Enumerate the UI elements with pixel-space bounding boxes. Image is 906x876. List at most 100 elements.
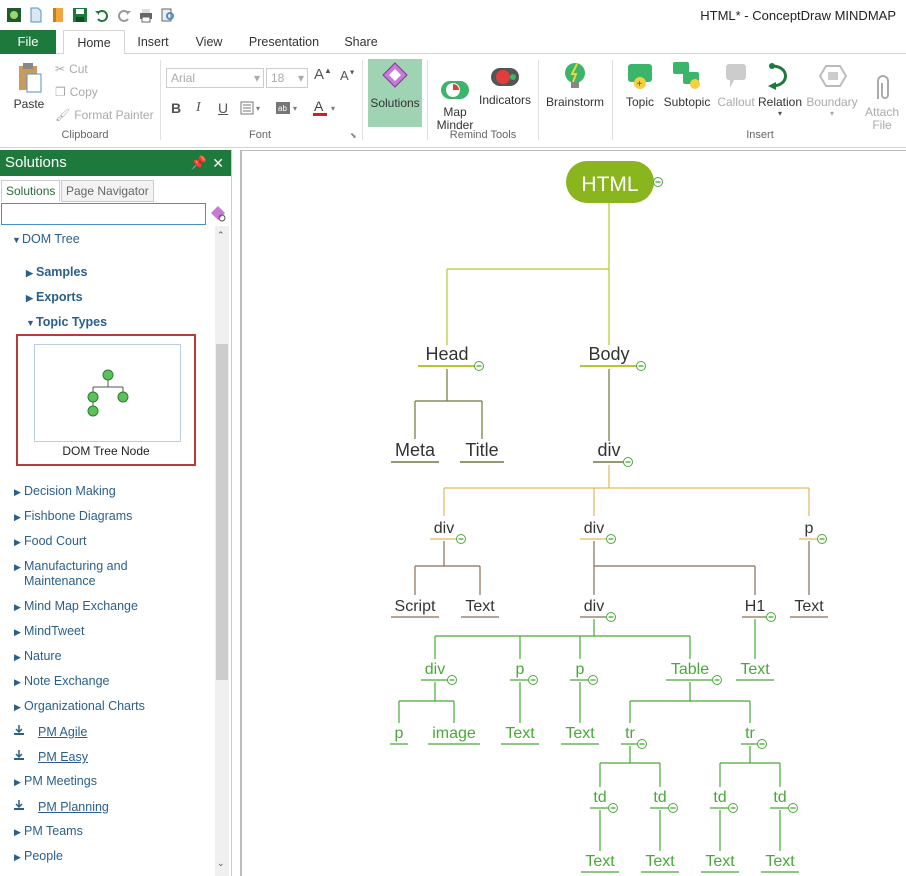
tab-insert[interactable]: Insert (130, 30, 176, 55)
scroll-up-icon[interactable]: ⌃ (217, 230, 225, 241)
topic-body[interactable]: Body (588, 344, 629, 364)
font-color-icon[interactable]: A ▾ (313, 98, 341, 117)
topic-p_c[interactable]: p (576, 661, 585, 678)
text-style-icon[interactable]: ab ▾ (275, 101, 301, 115)
topic-text_d[interactable]: Text (505, 725, 535, 742)
solution-item-food-court[interactable]: ▶ Food Court (14, 534, 87, 548)
boundary-button[interactable]: Boundary ▾ (804, 60, 860, 118)
dom-tree-node-card[interactable]: DOM Tree Node (16, 334, 196, 466)
tree-item-topic-types[interactable]: ▼Topic Types (26, 315, 107, 329)
collapse-icon[interactable] (757, 739, 767, 749)
collapse-icon[interactable] (474, 361, 484, 371)
topic-text_i[interactable]: Text (765, 853, 795, 870)
redo-icon[interactable] (116, 7, 132, 23)
tree-item-dom-tree[interactable]: ▼DOM Tree (12, 232, 80, 246)
collapse-icon[interactable] (668, 803, 678, 813)
topic-p_b[interactable]: p (516, 661, 525, 678)
tab-solutions[interactable]: Solutions (1, 180, 61, 202)
topic-text_h[interactable]: Text (705, 853, 735, 870)
topic-div_d[interactable]: div (425, 661, 445, 678)
solution-item-mind-map-exchange[interactable]: ▶ Mind Map Exchange (14, 599, 138, 613)
new-document-icon[interactable] (28, 7, 44, 23)
solution-item-pm-meetings[interactable]: ▶ PM Meetings (14, 774, 97, 788)
topic-div_a[interactable]: div (434, 520, 454, 537)
save-icon[interactable] (72, 7, 88, 23)
solution-item-pm-planning[interactable]: PM Planning (14, 799, 109, 814)
solution-item-decision-making[interactable]: ▶ Decision Making (14, 484, 116, 498)
topic-text_c[interactable]: Text (740, 661, 770, 678)
collapse-icon[interactable] (788, 803, 798, 813)
topic-div_main[interactable]: div (597, 440, 620, 460)
scroll-down-icon[interactable]: ⌄ (217, 858, 225, 869)
topic-div_b[interactable]: div (584, 520, 604, 537)
font-size-select[interactable]: 18 ▾ (266, 68, 308, 88)
undo-icon[interactable] (94, 7, 110, 23)
collapse-icon[interactable] (588, 675, 598, 685)
open-icon[interactable] (50, 7, 66, 23)
collapse-icon[interactable] (606, 612, 616, 622)
collapse-icon[interactable] (637, 739, 647, 749)
copy-button[interactable]: ❐ Copy (55, 85, 98, 99)
collapse-icon[interactable] (447, 675, 457, 685)
tab-presentation[interactable]: Presentation (243, 30, 325, 55)
solution-item-pm-agile[interactable]: PM Agile (14, 724, 87, 739)
underline-button[interactable]: U (218, 100, 228, 116)
solution-item-pm-easy[interactable]: PM Easy (14, 749, 88, 764)
relation-button[interactable]: Relation ▾ (756, 60, 804, 118)
topic-tr_b[interactable]: tr (745, 725, 755, 742)
tree-item-samples[interactable]: ▶ Samples (26, 265, 87, 279)
tab-home[interactable]: Home (63, 30, 125, 55)
pin-icon[interactable]: 📌 (191, 150, 207, 176)
collapse-icon[interactable] (456, 534, 466, 544)
solution-item-people[interactable]: ▶ People (14, 849, 63, 863)
print-preview-icon[interactable] (160, 7, 176, 23)
align-icon[interactable]: ▾ (240, 101, 264, 115)
topic-td_a[interactable]: td (593, 789, 606, 806)
topic-image[interactable]: image (432, 725, 476, 742)
solution-item-organizational-charts[interactable]: ▶ Organizational Charts (14, 699, 145, 713)
collapse-icon[interactable] (528, 675, 538, 685)
topic-head[interactable]: Head (425, 344, 468, 364)
topic-p_d[interactable]: p (395, 725, 404, 742)
collapse-icon[interactable] (817, 534, 827, 544)
subtopic-button[interactable]: Subtopic (660, 60, 714, 109)
topic-script[interactable]: Script (395, 598, 436, 615)
cut-button[interactable]: ✂ Cut (55, 62, 88, 76)
solution-item-manufacturing-and-maintenance[interactable]: ▶ Manufacturing and Maintenance (14, 559, 128, 589)
paste-button[interactable]: Paste (10, 60, 48, 111)
collapse-icon[interactable] (653, 177, 663, 187)
solutions-button[interactable]: Solutions (368, 59, 422, 127)
tab-page-navigator[interactable]: Page Navigator (61, 180, 154, 202)
topic-table[interactable]: Table (671, 661, 709, 678)
topic-tr_a[interactable]: tr (625, 725, 635, 742)
topic-td_c[interactable]: td (713, 789, 726, 806)
italic-button[interactable]: I (196, 100, 201, 116)
font-family-select[interactable]: Arial ▾ (166, 68, 264, 88)
collapse-icon[interactable] (766, 612, 776, 622)
tab-share[interactable]: Share (340, 30, 382, 55)
collapse-icon[interactable] (636, 361, 646, 371)
callout-button[interactable]: Callout (714, 60, 758, 109)
topic-td_b[interactable]: td (653, 789, 666, 806)
solution-item-nature[interactable]: ▶ Nature (14, 649, 62, 663)
topic-text_f[interactable]: Text (585, 853, 615, 870)
scroll-thumb[interactable] (216, 344, 228, 680)
bold-button[interactable]: B (171, 100, 181, 116)
mindmap-canvas[interactable]: HTML Head Body Meta Title div div div p Script Tex… (240, 150, 906, 876)
solution-item-pm-teams[interactable]: ▶ PM Teams (14, 824, 83, 838)
collapse-icon[interactable] (728, 803, 738, 813)
topic-p_a[interactable]: p (805, 520, 814, 537)
topic-text_e[interactable]: Text (565, 725, 595, 742)
search-solutions-icon[interactable] (209, 205, 227, 226)
close-icon[interactable]: ✕ (212, 150, 224, 176)
indicators-button[interactable]: Indicators (478, 62, 532, 107)
shrink-font-icon[interactable]: A▼ (340, 68, 356, 83)
topic-text_a[interactable]: Text (465, 598, 495, 615)
topic-title[interactable]: Title (465, 440, 498, 460)
attach-file-button[interactable]: Attach File (860, 60, 904, 145)
solution-item-note-exchange[interactable]: ▶ Note Exchange (14, 674, 109, 688)
topic-h1[interactable]: H1 (745, 598, 766, 615)
format-painter-button[interactable]: 🖌 Format Painter (55, 108, 154, 122)
solution-item-fishbone-diagrams[interactable]: ▶ Fishbone Diagrams (14, 509, 132, 523)
collapse-icon[interactable] (606, 534, 616, 544)
